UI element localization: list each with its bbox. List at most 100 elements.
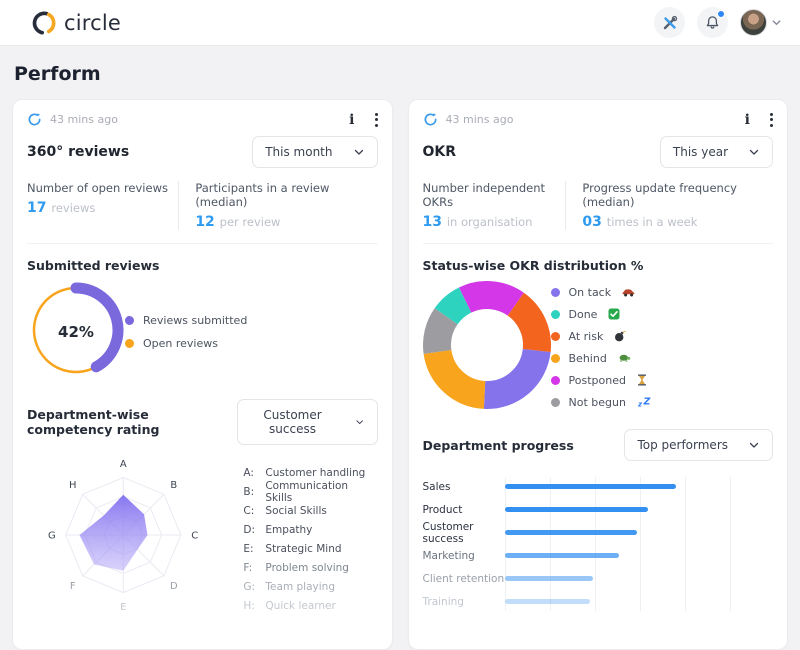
reviews-donut-chart: 42%	[27, 281, 125, 383]
competency-item: E: Strategic Mind	[243, 542, 342, 555]
info-button[interactable]: i	[743, 113, 752, 127]
divider	[565, 181, 567, 230]
legend-item: Postponed	[550, 369, 652, 391]
bar-label: Product	[422, 503, 463, 516]
stat-update-frequency: Progress update frequency (median) 03 ti…	[582, 181, 737, 230]
period-value: This month	[265, 145, 333, 159]
okr-donut-chart	[422, 281, 551, 413]
svg-text:Z: Z	[642, 397, 651, 408]
chevron-down-icon	[772, 20, 781, 25]
card-title: OKR	[422, 144, 457, 160]
chevron-down-icon	[354, 149, 363, 155]
legend-dot	[125, 316, 134, 325]
radar-axis-label: F	[70, 581, 76, 592]
last-updated: 43 mins ago	[50, 113, 118, 126]
bar-row: Client retention	[423, 567, 774, 590]
radar-axis-label: A	[120, 459, 127, 470]
app-header: circle	[0, 0, 800, 46]
bar	[504, 599, 591, 604]
okr-distribution-title: Status-wise OKR distribution %	[422, 258, 644, 273]
tools-icon	[663, 15, 677, 29]
legend-item: Reviews submitted	[125, 309, 247, 332]
reviews-legend: Reviews submitted Open reviews	[125, 309, 247, 355]
radar-chart: A B C D E F G H	[48, 459, 198, 613]
competency-item: B: Communication Skills	[243, 479, 349, 504]
okr-legend: On tack Done At risk Behind Postponed Not beg…	[550, 281, 652, 413]
period-select[interactable]: This year	[659, 136, 773, 168]
bar	[504, 507, 648, 512]
zzz-icon: zZ	[637, 396, 652, 409]
stat-open-reviews: Number of open reviews 17 reviews	[27, 181, 168, 216]
notification-dot	[717, 10, 725, 18]
legend-item: Done	[550, 303, 652, 325]
radar-axis-label: B	[170, 480, 177, 491]
department-value: Customer success	[263, 408, 322, 436]
legend-item: At risk	[550, 325, 652, 347]
bar-label: Sales	[422, 480, 451, 493]
legend-dot	[550, 397, 560, 407]
check-icon	[608, 308, 620, 320]
more-options-button[interactable]	[770, 112, 773, 127]
brand-logo-icon	[32, 11, 56, 34]
refresh-icon	[424, 113, 436, 126]
competency-item: G: Team playing	[243, 580, 335, 593]
legend-dot	[550, 287, 560, 297]
bar	[504, 484, 677, 489]
bomb-icon	[614, 330, 627, 342]
competency-item: H: Quick learner	[243, 599, 336, 612]
department-progress-chart: Sales Product Customer success Marketing Cli…	[423, 475, 774, 613]
performers-select[interactable]: Top performers	[624, 429, 773, 461]
bar	[504, 530, 638, 535]
notifications-button[interactable]	[697, 7, 728, 38]
legend-dot	[125, 339, 134, 348]
card-title: 360° reviews	[27, 144, 130, 160]
department-progress-title: Department progress	[422, 437, 574, 453]
legend-dot	[550, 309, 560, 319]
racing-car-icon	[622, 287, 635, 297]
brand-logo[interactable]: circle	[32, 10, 121, 36]
legend-dot	[550, 375, 560, 385]
competency-item: D: Empathy	[243, 523, 313, 536]
radar-axis-label: D	[170, 581, 178, 592]
legend-item: Behind	[550, 347, 652, 369]
refresh-button[interactable]	[27, 112, 42, 127]
bar	[504, 553, 620, 558]
competency-item: F: Problem solving	[243, 561, 349, 574]
user-menu[interactable]	[740, 9, 782, 36]
period-value: This year	[672, 145, 728, 159]
competency-rating-title: Department-wise competency rating	[27, 407, 160, 437]
donut-center-value: 42%	[58, 323, 94, 341]
refresh-button[interactable]	[423, 112, 438, 127]
bar	[504, 576, 594, 581]
brand-name: circle	[64, 10, 122, 35]
bar-label: Client retention	[422, 572, 505, 585]
department-select[interactable]: Customer success	[236, 399, 378, 445]
reviews-card: 43 mins ago i 360° reviews This month Nu…	[12, 99, 393, 650]
legend-item: On tack	[550, 281, 652, 303]
bar-label: Customer success	[422, 520, 474, 545]
last-updated: 43 mins ago	[445, 113, 514, 126]
divider	[178, 181, 180, 230]
stat-okr-count: Number independent OKRs 13 in organisati…	[422, 181, 546, 230]
refresh-icon	[28, 113, 41, 126]
radar-axis-label: H	[69, 480, 76, 491]
period-select[interactable]: This month	[252, 136, 378, 168]
bar-row: Sales	[423, 475, 774, 498]
more-options-button[interactable]	[374, 112, 378, 127]
chevron-down-icon	[356, 420, 364, 425]
page-title: Perform	[14, 63, 101, 85]
tools-button[interactable]	[654, 7, 685, 38]
legend-item: Not begun z Z	[550, 391, 652, 413]
bar-row: Customer success	[422, 520, 774, 545]
svg-text:z: z	[637, 401, 643, 409]
bar-label: Training	[422, 595, 464, 608]
chevron-down-icon	[749, 442, 759, 448]
turtle-icon	[618, 353, 631, 363]
stat-participants: Participants in a review (median) 12 per…	[195, 181, 330, 230]
info-button[interactable]: i	[347, 113, 356, 127]
bar-row: Training	[423, 590, 774, 613]
avatar	[740, 9, 767, 36]
performers-value: Top performers	[637, 438, 728, 452]
bar-row: Marketing	[423, 544, 774, 567]
competency-item: C: Social Skills	[243, 504, 327, 517]
